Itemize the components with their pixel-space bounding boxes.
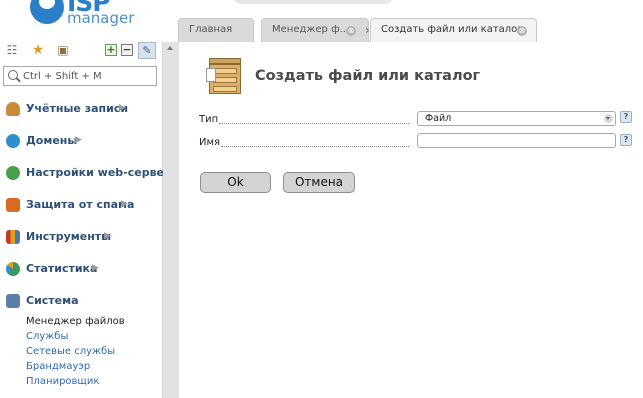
chevron-right-icon: ▶ bbox=[121, 199, 128, 209]
ok-button[interactable]: Ok bbox=[200, 172, 271, 193]
web-settings-icon bbox=[6, 166, 20, 180]
sidebar-item-label: Настройки web-серве... bbox=[26, 166, 177, 179]
sidebar-item-label: Защита от спама bbox=[26, 198, 135, 211]
chevron-right-icon: ▶ bbox=[119, 103, 126, 113]
shield-icon bbox=[6, 198, 20, 212]
type-select-value: Файл bbox=[425, 113, 452, 124]
help-icon[interactable]: ? bbox=[620, 111, 632, 123]
type-leader-dots bbox=[219, 123, 409, 124]
chevron-right-icon: ▶ bbox=[92, 263, 99, 273]
help-icon[interactable]: ? bbox=[620, 134, 632, 146]
chevron-right-icon: ▶ bbox=[75, 135, 82, 145]
pin-icon[interactable]: ✎ bbox=[138, 42, 156, 59]
briefcase-icon[interactable]: ▣ bbox=[56, 43, 70, 57]
tab-create-file[interactable]: Создать файл или каталог ⊗ bbox=[370, 18, 537, 42]
page-title: Создать файл или каталог bbox=[255, 68, 481, 84]
main-content: Создать файл или каталог Тип Файл ? Имя … bbox=[179, 42, 643, 398]
name-input[interactable] bbox=[417, 133, 616, 148]
globe-icon bbox=[6, 134, 20, 148]
scroll-up-icon[interactable] bbox=[167, 46, 173, 50]
favorites-star-icon[interactable]: ★ bbox=[31, 43, 45, 57]
sidebar-item-label: Система bbox=[26, 294, 79, 307]
chevron-down-icon bbox=[604, 114, 613, 123]
sidebar-subitem-services[interactable]: Службы bbox=[26, 331, 68, 342]
logo-subtitle: manager bbox=[67, 9, 135, 27]
cancel-button[interactable]: Отмена bbox=[283, 172, 355, 193]
tab-create-file-label: Создать файл или каталог bbox=[381, 24, 523, 35]
sidebar-item-label: Инструменты bbox=[26, 230, 112, 243]
system-icon bbox=[6, 294, 20, 308]
search-icon bbox=[8, 70, 18, 80]
tab-file-manager-label: Менеджер ф... bbox=[272, 24, 350, 35]
sidebar-item-label: Учётные записи bbox=[26, 102, 129, 115]
tab-home[interactable]: Главная bbox=[178, 18, 254, 42]
sidebar-subitem-scheduler[interactable]: Планировщик bbox=[26, 376, 99, 387]
isp-manager-logo[interactable]: ISP manager bbox=[30, 0, 140, 30]
search-box bbox=[3, 66, 157, 86]
sidebar-scrollbar[interactable] bbox=[163, 42, 179, 398]
close-icon[interactable]: ⊗ bbox=[517, 26, 527, 36]
name-label: Имя bbox=[199, 137, 221, 148]
file-cabinet-icon bbox=[206, 58, 242, 96]
sidebar: ☷ ★ ▣ + − ✎ Учётные записи ▶ Домены ▶ На… bbox=[0, 42, 177, 398]
header: ISP manager Главная Менеджер ф... ⊗ › Со… bbox=[0, 0, 643, 42]
search-input[interactable] bbox=[23, 68, 153, 84]
sidebar-toolbar: ☷ ★ ▣ + − ✎ bbox=[0, 42, 163, 60]
logo-globe-icon bbox=[30, 0, 64, 24]
close-icon[interactable]: ⊗ bbox=[346, 26, 356, 36]
expand-all-icon[interactable]: + bbox=[105, 44, 117, 56]
tree-view-icon[interactable]: ☷ bbox=[5, 43, 19, 57]
type-label: Тип bbox=[199, 114, 219, 125]
sidebar-subitem-file-manager[interactable]: Менеджер файлов bbox=[26, 316, 125, 327]
sidebar-item-label: Домены bbox=[26, 134, 78, 147]
header-decoration bbox=[233, 0, 393, 4]
sidebar-item-label: Статистика bbox=[26, 262, 98, 275]
stats-icon bbox=[6, 262, 20, 276]
sidebar-subitem-network-services[interactable]: Сетевые службы bbox=[26, 346, 115, 357]
tab-home-label: Главная bbox=[189, 24, 233, 35]
sidebar-subitem-firewall[interactable]: Брандмауэр bbox=[26, 361, 90, 372]
tab-file-manager[interactable]: Менеджер ф... ⊗ bbox=[261, 18, 369, 42]
chevron-right-icon: ▶ bbox=[104, 231, 111, 241]
tools-icon bbox=[6, 230, 20, 244]
collapse-all-icon[interactable]: − bbox=[121, 44, 133, 56]
name-leader-dots bbox=[221, 146, 409, 147]
type-select[interactable]: Файл bbox=[417, 111, 616, 126]
users-icon bbox=[6, 102, 20, 116]
